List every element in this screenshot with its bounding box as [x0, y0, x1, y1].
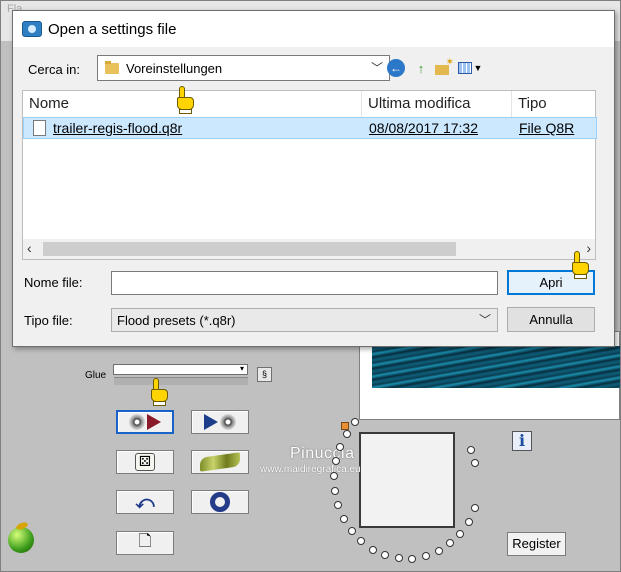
column-header-type[interactable]: Tipo: [512, 91, 597, 117]
file-modified[interactable]: 08/08/2017 17:32: [369, 120, 478, 136]
copy-button[interactable]: 🗋: [116, 531, 174, 555]
reset-button[interactable]: [191, 490, 249, 514]
dial-dot: [464, 517, 473, 526]
file-list[interactable]: Nome Ultima modifica Tipo trailer-regis-…: [22, 90, 597, 260]
save-preset-button[interactable]: [191, 410, 249, 434]
camera-icon: [22, 21, 42, 37]
play-arrow-icon: [204, 414, 218, 430]
dial-dot: [342, 429, 351, 438]
scrollbar-thumb[interactable]: [43, 242, 456, 256]
info-icon[interactable]: i: [512, 431, 532, 451]
dial-dot: [434, 547, 443, 556]
dial-dot: [471, 459, 479, 467]
disc-icon: [129, 414, 145, 430]
dial-dot: [467, 446, 475, 454]
dial-dot: [330, 471, 339, 480]
back-arrow-icon[interactable]: ←: [387, 59, 405, 77]
preview-image: [372, 346, 620, 388]
file-type[interactable]: File Q8R: [519, 120, 574, 136]
dial-dot: [339, 514, 348, 523]
dice-icon: ⚄: [135, 453, 155, 471]
up-folder-icon[interactable]: ↑: [411, 58, 431, 78]
ring-icon: [210, 492, 230, 512]
app-logo-icon: [8, 527, 34, 553]
file-type-label: Tipo file:: [24, 313, 73, 328]
file-row[interactable]: trailer-regis-flood.q8r 08/08/2017 17:32…: [23, 117, 597, 139]
page-icon: 🗋: [138, 532, 152, 550]
scroll-left-icon[interactable]: ‹: [27, 240, 32, 256]
color-marker[interactable]: [341, 422, 349, 430]
file-type-value: Flood presets (*.q8r): [117, 313, 236, 328]
dial-dot: [470, 504, 479, 513]
file-type-combo[interactable]: Flood presets (*.q8r) ﹀: [111, 308, 498, 332]
lock-icon[interactable]: §: [257, 367, 272, 382]
random-button[interactable]: ⚄: [116, 450, 174, 474]
dial-dot: [368, 545, 377, 554]
new-folder-icon[interactable]: [433, 57, 454, 78]
file-icon: [33, 120, 46, 136]
dialog-title-bar[interactable]: Open a settings file: [13, 11, 614, 47]
undo-arrow-icon: ⤺: [135, 491, 155, 512]
dial-dot: [351, 418, 360, 427]
file-name-label: Nome file:: [24, 275, 83, 290]
view-menu-icon[interactable]: ▼: [457, 58, 483, 78]
chevron-down-icon: ﹀: [370, 61, 383, 75]
dial-dot: [334, 501, 343, 510]
pointing-hand-icon: [569, 251, 591, 281]
undo-button[interactable]: ⤺: [116, 490, 174, 514]
wave-icon: [200, 452, 240, 472]
dial-dot: [330, 486, 339, 495]
look-in-value: Voreinstellungen: [126, 61, 223, 76]
folder-icon: [105, 61, 119, 75]
view-grid-icon: [457, 62, 472, 74]
dial-dot: [408, 554, 417, 563]
look-in-combo[interactable]: Voreinstellungen ﹀: [97, 55, 390, 81]
chevron-down-icon: ﹀: [478, 313, 491, 327]
dialog-title: Open a settings file: [48, 21, 177, 38]
glue-select[interactable]: ▾: [113, 364, 248, 375]
dial-dot: [347, 527, 356, 536]
watermark-url: www.maidiregrafica.eu: [260, 464, 361, 475]
dial-dot: [456, 529, 465, 538]
load-preset-button[interactable]: [116, 410, 174, 434]
pointing-hand-icon: [148, 378, 170, 408]
dial-dot: [331, 457, 340, 466]
navigator-thumbnail[interactable]: [359, 432, 455, 528]
dial-dot: [394, 554, 403, 563]
file-name[interactable]: trailer-regis-flood.q8r: [53, 120, 182, 136]
dial-dot: [446, 539, 455, 548]
glue-label: Glue: [85, 370, 107, 381]
pointing-hand-icon: [174, 86, 196, 116]
disc-icon: [220, 414, 236, 430]
play-arrow-icon: [147, 414, 161, 430]
register-button[interactable]: Register: [507, 532, 566, 556]
wave-button[interactable]: [191, 450, 249, 474]
watermark-name: Pinuccia: [290, 445, 355, 462]
dial-dot: [357, 537, 366, 546]
open-settings-dialog: Open a settings file Cerca in: Voreinste…: [12, 10, 615, 347]
horizontal-scrollbar[interactable]: ‹ ›: [23, 239, 595, 259]
dial-dot: [381, 551, 390, 560]
glue-slider[interactable]: [114, 377, 248, 385]
cancel-button[interactable]: Annulla: [507, 307, 595, 332]
look-in-label: Cerca in:: [28, 62, 81, 77]
caret-down-icon: ▼: [473, 63, 483, 73]
file-name-input[interactable]: [111, 271, 498, 295]
dial-dot: [421, 552, 430, 561]
column-header-modified[interactable]: Ultima modifica: [362, 91, 512, 117]
